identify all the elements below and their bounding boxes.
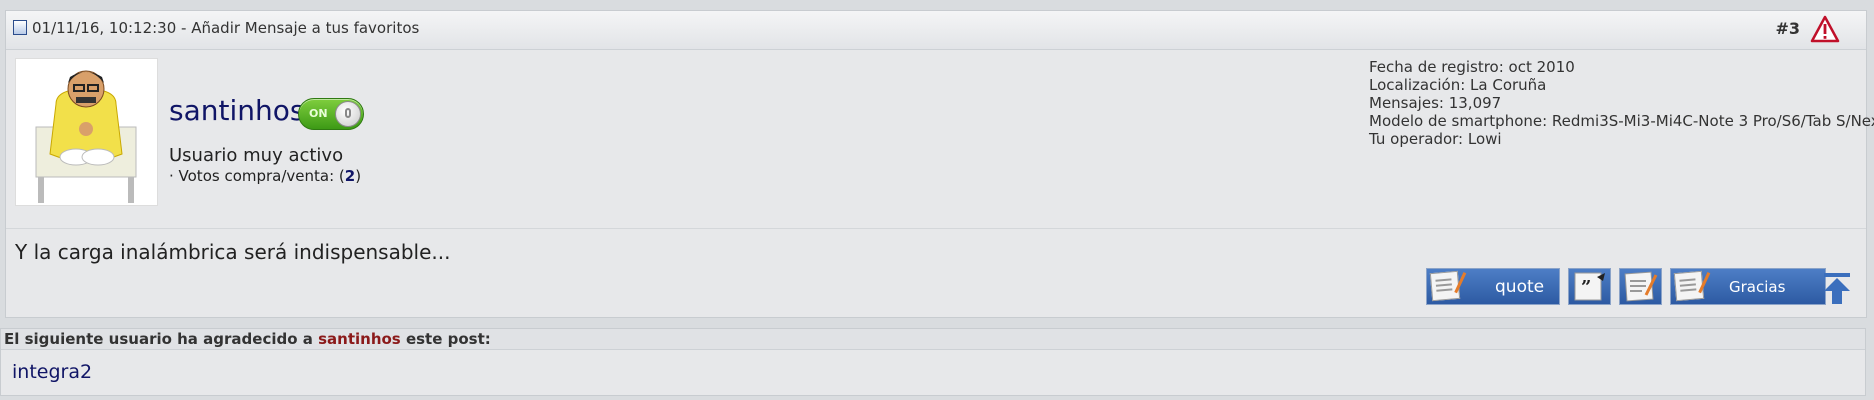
message-count: Mensajes: 13,097 — [1369, 94, 1502, 112]
post-number-link[interactable]: #3 — [1775, 19, 1800, 38]
votes-line: · Votos compra/venta: (2) — [169, 167, 361, 185]
gracias-button[interactable]: Gracias — [1670, 268, 1826, 305]
user-info-area: santinhos ON Usuario muy activo · Votos … — [6, 50, 1874, 229]
post-date-favorite-link[interactable]: 01/11/16, 10:12:30 - Añadir Mensaje a tu… — [32, 19, 419, 37]
carrier: Tu operador: Lowi — [1369, 130, 1502, 148]
votes-count-link[interactable]: 2 — [345, 167, 355, 185]
online-status-label: ON — [309, 107, 328, 120]
thanks-title: El siguiente usuario ha agradecido a san… — [1, 329, 1865, 350]
votes-prefix: · Votos compra/venta: ( — [169, 167, 345, 185]
report-warning-icon[interactable] — [1810, 14, 1840, 44]
thanks-suffix: este post: — [400, 330, 491, 348]
back-to-top-icon[interactable] — [1823, 271, 1851, 305]
document-icon — [13, 20, 27, 35]
location: Localización: La Coruña — [1369, 76, 1547, 94]
multi-quote-button[interactable]: ” — [1568, 268, 1611, 305]
quote-note-icon — [1429, 270, 1461, 302]
thanks-prefix: El siguiente usuario ha agradecido a — [4, 330, 319, 348]
registration-date: Fecha de registro: oct 2010 — [1369, 58, 1575, 76]
gracias-button-label: Gracias — [1729, 278, 1786, 296]
multi-quote-icon: ” — [1574, 272, 1605, 301]
toggle-knob — [335, 101, 361, 127]
gracias-note-icon — [1673, 270, 1705, 302]
thanks-box: El siguiente usuario ha agradecido a san… — [0, 328, 1866, 396]
avatar-image — [35, 70, 137, 203]
edit-icon — [1624, 271, 1658, 302]
quote-button[interactable]: quote — [1426, 268, 1560, 305]
online-toggle-icon: ON — [298, 98, 364, 130]
svg-text:”: ” — [1581, 277, 1591, 298]
quote-button-label: quote — [1495, 277, 1545, 297]
post-header: 01/11/16, 10:12:30 - Añadir Mensaje a tu… — [6, 11, 1866, 50]
thanks-username-link[interactable]: santinhos — [318, 330, 401, 348]
user-details: Fecha de registro: oct 2010 Localización… — [1369, 58, 1874, 148]
edit-button[interactable] — [1619, 268, 1662, 305]
forum-post: 01/11/16, 10:12:30 - Añadir Mensaje a tu… — [5, 10, 1874, 318]
votes-suffix: ) — [355, 167, 362, 185]
post-message: Y la carga inalámbrica será indispensabl… — [15, 240, 451, 264]
smartphone-model: Modelo de smartphone: Redmi3S-Mi3-Mi4C-N… — [1369, 112, 1874, 130]
user-title: Usuario muy activo — [169, 145, 344, 166]
thanked-by-user-link[interactable]: integra2 — [12, 361, 92, 383]
avatar[interactable] — [15, 58, 158, 206]
username-link[interactable]: santinhos — [169, 94, 304, 127]
